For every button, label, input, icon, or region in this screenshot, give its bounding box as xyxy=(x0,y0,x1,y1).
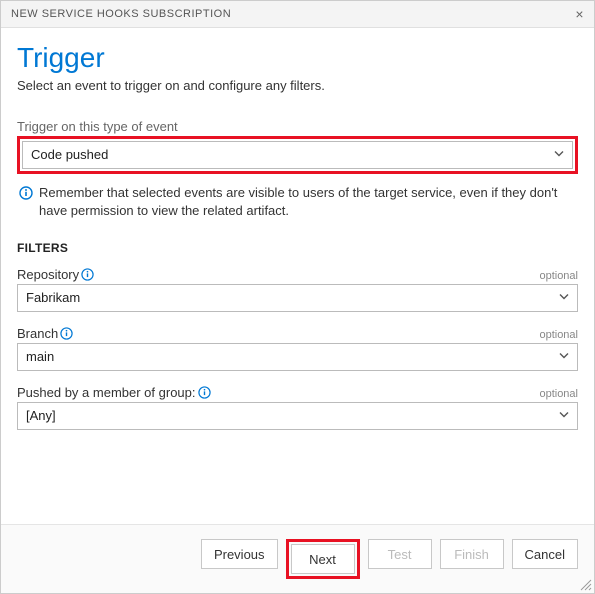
content-area: Trigger Select an event to trigger on an… xyxy=(1,28,594,524)
event-type-highlight: Code pushed xyxy=(17,136,578,174)
repository-value: Fabrikam xyxy=(26,290,80,305)
group-select[interactable]: [Any] xyxy=(17,402,578,430)
event-type-value: Code pushed xyxy=(31,147,108,162)
info-icon xyxy=(19,186,33,219)
footer: Previous Next Test Finish Cancel xyxy=(1,524,594,593)
optional-label: optional xyxy=(539,270,578,282)
close-icon[interactable]: × xyxy=(575,7,584,21)
info-message: Remember that selected events are visibl… xyxy=(19,184,578,219)
event-type-select[interactable]: Code pushed xyxy=(22,141,573,169)
filter-repository: Repository optional Fabrikam xyxy=(17,267,578,312)
filters-heading: FILTERS xyxy=(17,241,578,255)
resize-grip-icon xyxy=(578,577,592,591)
page-subtitle: Select an event to trigger on and config… xyxy=(17,78,578,93)
optional-label: optional xyxy=(539,388,578,400)
dialog: NEW SERVICE HOOKS SUBSCRIPTION × Trigger… xyxy=(0,0,595,594)
test-button: Test xyxy=(368,539,432,569)
help-icon[interactable] xyxy=(81,268,94,281)
next-button-highlight: Next xyxy=(286,539,360,579)
event-type-select-wrap: Code pushed xyxy=(22,141,573,169)
group-label: Pushed by a member of group: xyxy=(17,385,196,400)
finish-button: Finish xyxy=(440,539,504,569)
titlebar: NEW SERVICE HOOKS SUBSCRIPTION × xyxy=(1,1,594,28)
info-text: Remember that selected events are visibl… xyxy=(39,184,578,219)
page-heading: Trigger xyxy=(17,42,578,74)
cancel-button[interactable]: Cancel xyxy=(512,539,578,569)
event-type-label: Trigger on this type of event xyxy=(17,119,578,134)
repository-select[interactable]: Fabrikam xyxy=(17,284,578,312)
repository-label: Repository xyxy=(17,267,79,282)
branch-value: main xyxy=(26,349,54,364)
group-value: [Any] xyxy=(26,408,56,423)
previous-button[interactable]: Previous xyxy=(201,539,278,569)
help-icon[interactable] xyxy=(60,327,73,340)
filter-branch: Branch optional main xyxy=(17,326,578,371)
branch-label: Branch xyxy=(17,326,58,341)
help-icon[interactable] xyxy=(198,386,211,399)
next-button[interactable]: Next xyxy=(291,544,355,574)
branch-select[interactable]: main xyxy=(17,343,578,371)
filter-group-member: Pushed by a member of group: optional [A… xyxy=(17,385,578,430)
dialog-title: NEW SERVICE HOOKS SUBSCRIPTION xyxy=(11,8,231,20)
optional-label: optional xyxy=(539,329,578,341)
